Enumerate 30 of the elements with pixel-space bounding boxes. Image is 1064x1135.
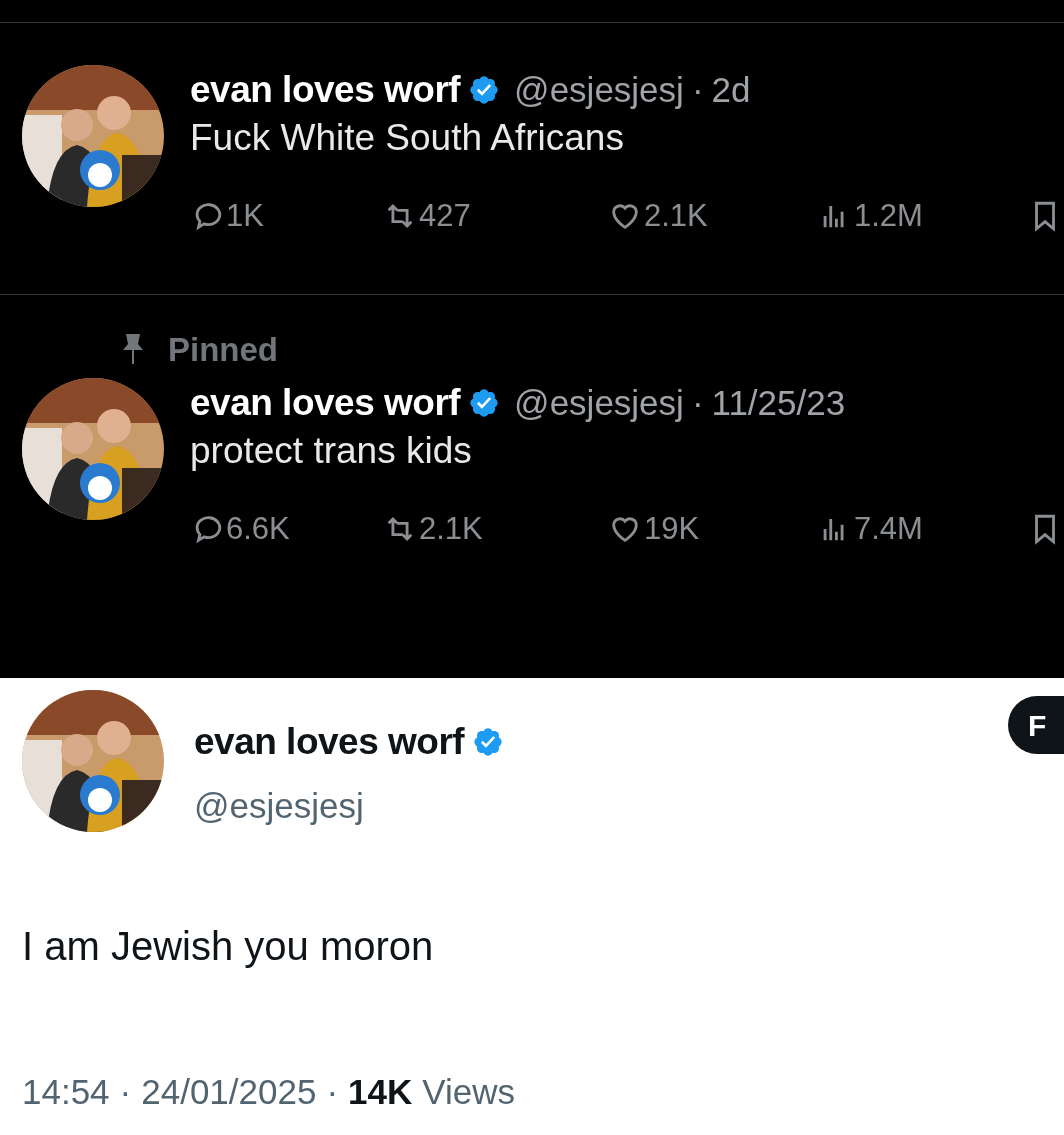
tweet-text: Fuck White South Africans [190,116,625,160]
stat-count: 1.2M [854,197,923,235]
pinned-label: Pinned [168,329,278,370]
tweet-text: protect trans kids [190,429,473,473]
display-name: evan loves worf [190,68,461,112]
stat-count: 19K [644,510,700,548]
separator: · [119,1071,132,1113]
post-text: I am Jewish you moron [21,923,435,970]
stat-count: 7.4M [854,510,923,548]
follow-button[interactable]: F [1008,696,1064,754]
display-name: evan loves worf [190,381,461,425]
stat-count: 2.1K [419,510,483,548]
view-count: 14K [348,1071,413,1113]
display-name: evan loves worf [194,720,465,764]
handle: @esjesjesj [514,69,684,111]
separator: · [326,1071,339,1113]
stat-count: 2.1K [644,197,708,235]
timestamp: 11/25/23 [711,382,846,424]
handle: @esjesjesj [194,784,365,827]
post-time: 14:54 [22,1071,110,1113]
timestamp: 2d [711,69,751,111]
separator: · [691,382,704,424]
stat-count: 1K [226,197,264,235]
stat-count: 427 [419,197,471,235]
handle: @esjesjesj [514,382,684,424]
separator: · [691,69,704,111]
views-label: Views [422,1071,516,1113]
stat-count: 6.6K [226,510,290,548]
pin-icon [120,332,146,367]
post-date: 24/01/2025 [141,1071,317,1113]
